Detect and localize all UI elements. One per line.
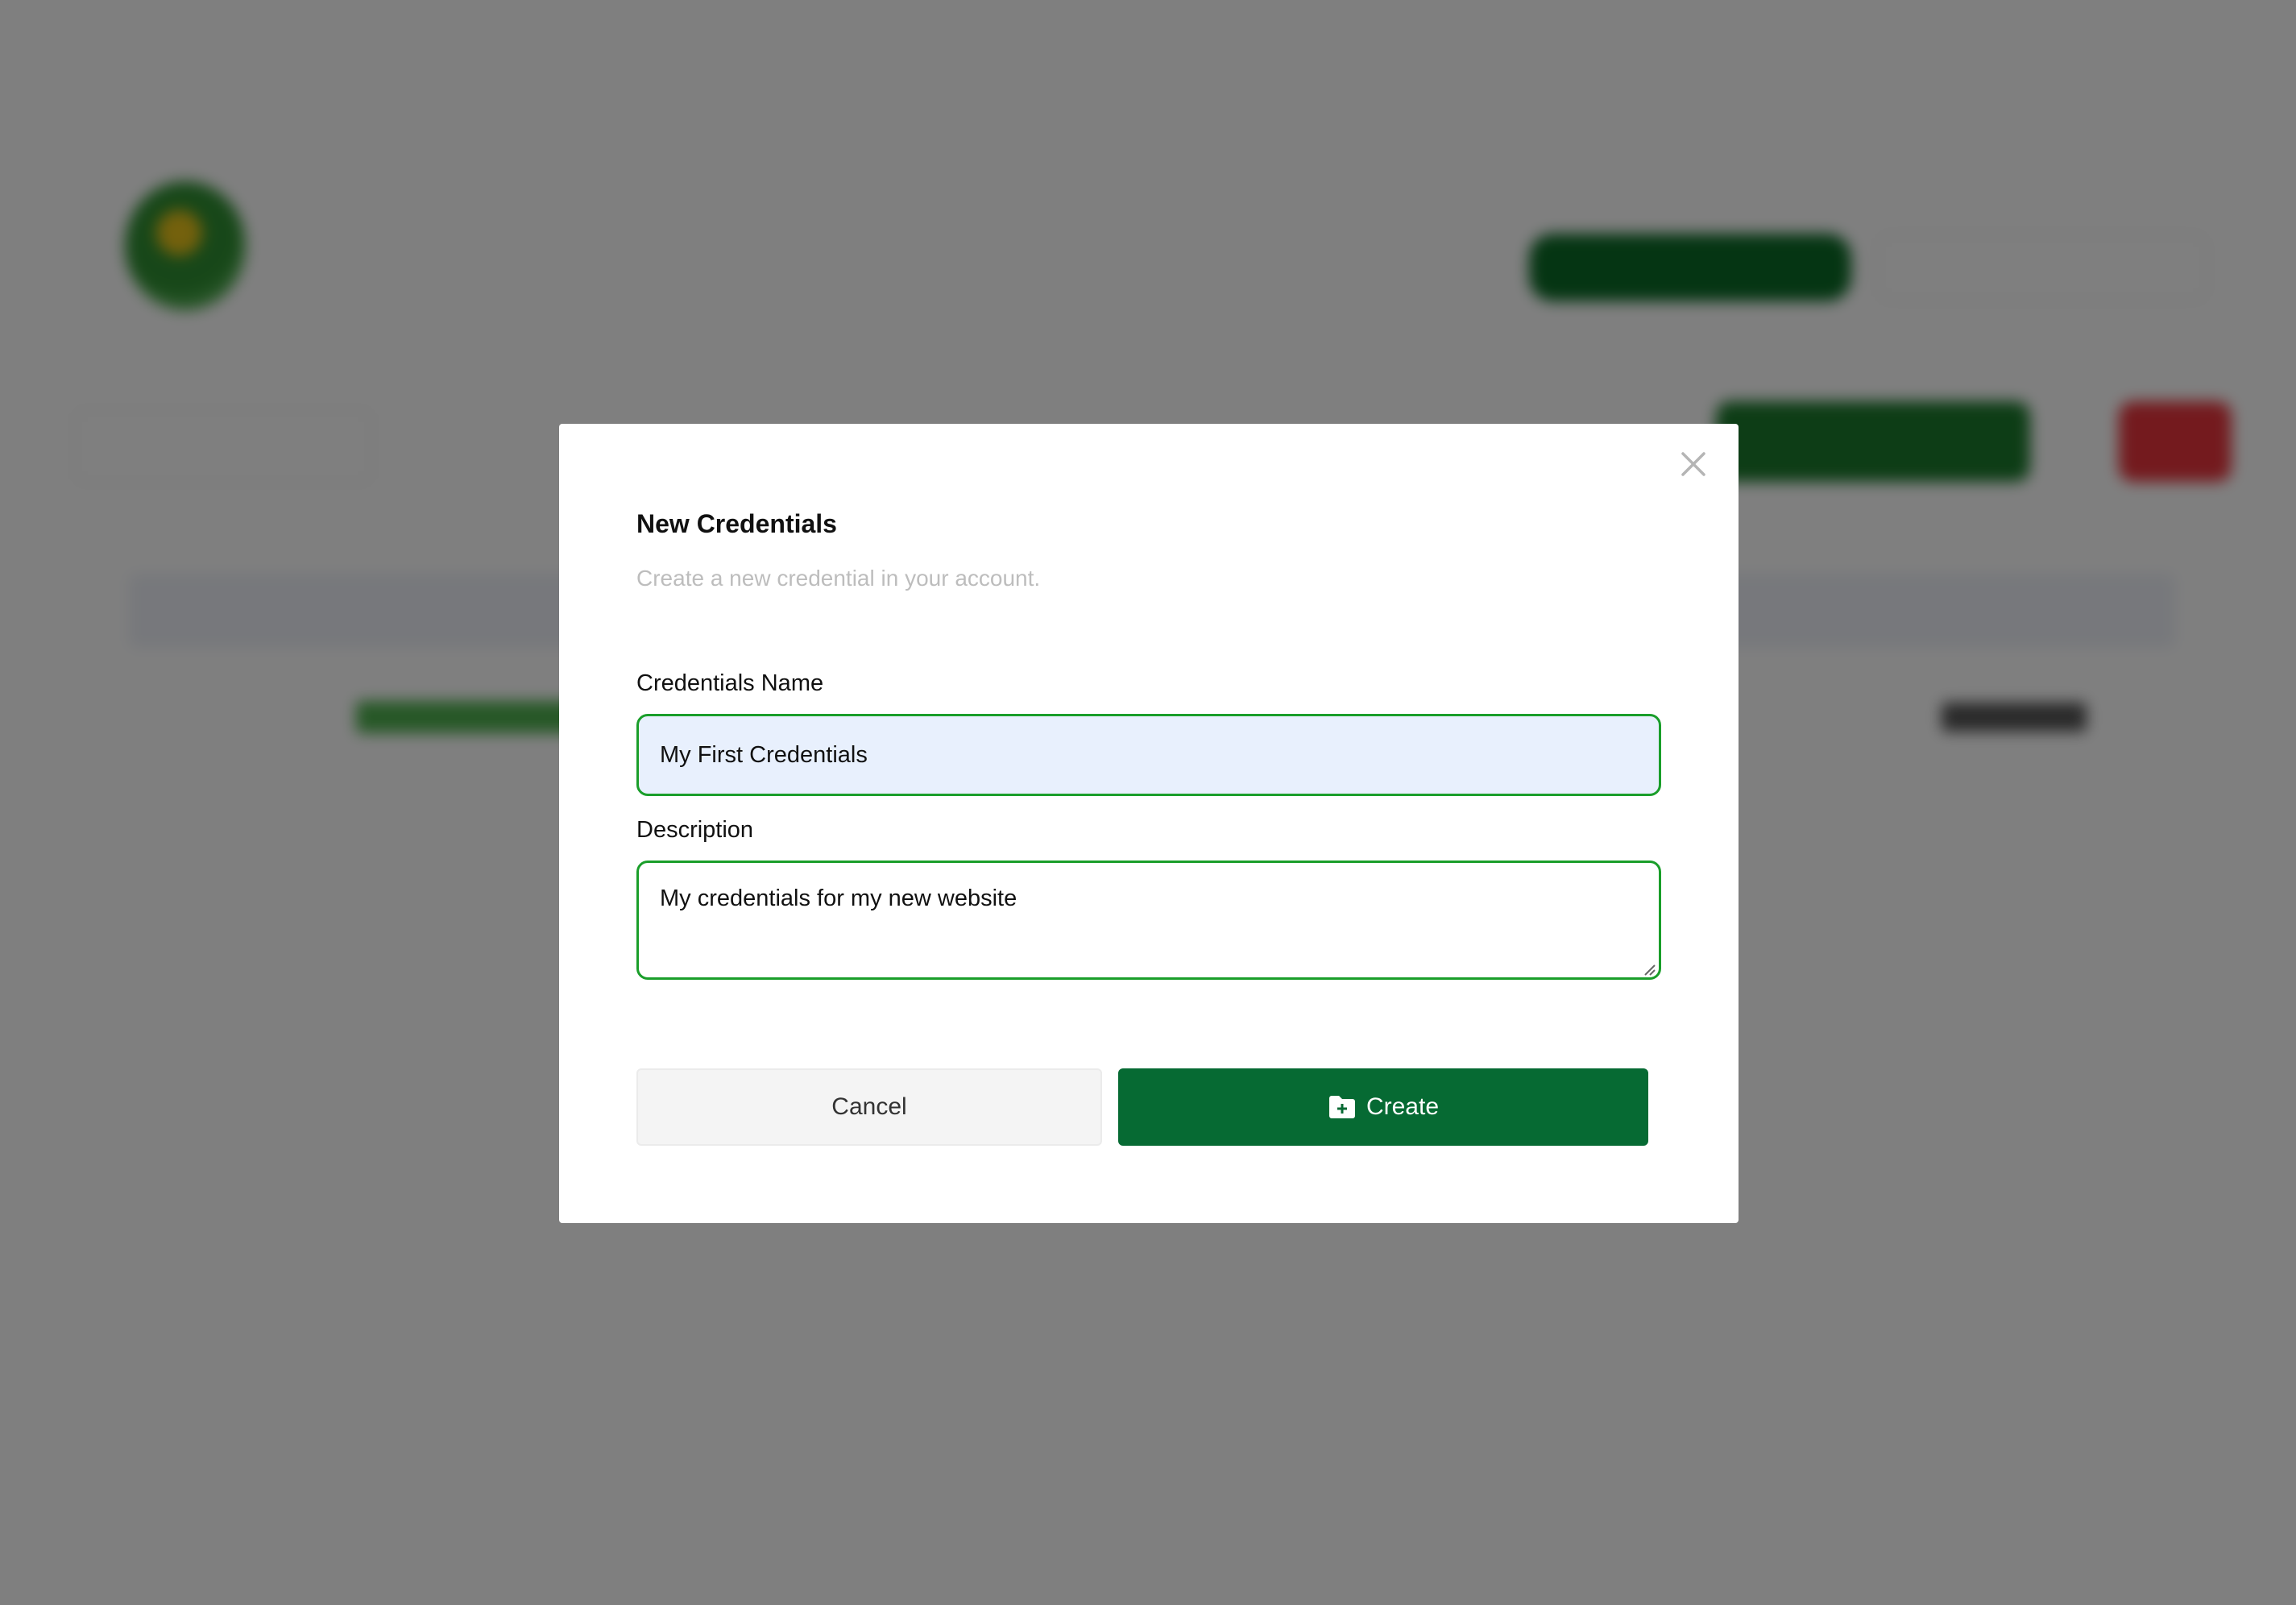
credentials-name-label: Credentials Name [636, 670, 824, 696]
resize-handle-icon[interactable] [1640, 960, 1656, 977]
folder-plus-icon [1328, 1096, 1355, 1118]
close-icon [1681, 452, 1705, 476]
description-textarea[interactable]: My credentials for my new website [636, 861, 1661, 980]
cancel-button[interactable]: Cancel [636, 1068, 1102, 1146]
dialog-title: New Credentials [636, 509, 837, 538]
create-button[interactable]: Create [1118, 1068, 1648, 1146]
dialog-subtitle: Create a new credential in your account. [636, 566, 1041, 591]
create-button-label: Create [1366, 1093, 1440, 1120]
description-label: Description [636, 817, 754, 843]
close-button[interactable] [1671, 442, 1716, 487]
credentials-name-input[interactable] [636, 714, 1661, 796]
new-credentials-dialog: New Credentials Create a new credential … [559, 424, 1739, 1223]
cancel-button-label: Cancel [831, 1093, 907, 1120]
